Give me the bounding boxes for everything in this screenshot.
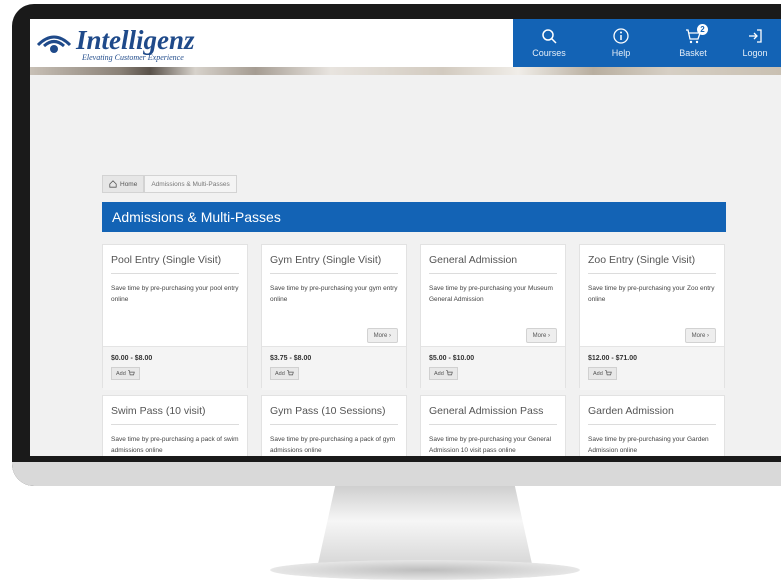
search-icon [542,29,557,44]
breadcrumb: Home Admissions & Multi-Passes [102,175,237,193]
more-button-label: More [373,332,388,339]
product-card[interactable]: Gym Pass (10 Sessions) Save time by pre-… [261,395,407,456]
breadcrumb-home[interactable]: Home [102,175,145,193]
logo-icon [36,29,72,59]
breadcrumb-home-label: Home [120,180,138,188]
home-icon [109,180,117,188]
card-footer: $0.00 - $8.00 Add [103,346,247,390]
chevron-right-icon: › [546,332,550,339]
nav-help[interactable]: Help [585,19,657,67]
add-button-label: Add [593,370,603,377]
nav-courses-label: Courses [532,48,566,58]
add-button-label: Add [275,370,285,377]
basket-count-badge: 2 [697,24,708,35]
card-title: Gym Entry (Single Visit) [270,254,398,274]
monitor-chin [12,462,781,486]
cart-icon [286,370,294,376]
product-card[interactable]: General Admission Save time by pre-purch… [420,244,566,390]
add-button-label: Add [434,370,444,377]
monitor-base [270,560,580,580]
card-description: Save time by pre-purchasing your Zoo ent… [588,285,715,303]
card-title: Swim Pass (10 visit) [111,405,239,425]
breadcrumb-current: Admissions & Multi-Passes [144,175,237,193]
login-icon [749,29,762,43]
card-description: Save time by pre-purchasing your gym ent… [270,285,398,303]
hero-banner-image [30,67,781,75]
chevron-right-icon: › [387,332,391,339]
product-card[interactable]: Pool Entry (Single Visit) Save time by p… [102,244,248,390]
cart-icon [445,370,453,376]
add-to-basket-button[interactable]: Add [111,367,140,380]
add-button-label: Add [116,370,126,377]
card-description: Save time by pre-purchasing a pack of sw… [111,436,239,454]
card-price: $0.00 - $8.00 [111,355,153,362]
brand-tagline: Elevating Customer Experience [82,52,184,62]
nav-help-label: Help [611,48,631,58]
card-title: Zoo Entry (Single Visit) [588,254,716,274]
card-price: $5.00 - $10.00 [429,355,475,362]
card-title: General Admission [429,254,557,274]
card-footer: $3.75 - $8.00 Add [262,346,406,390]
nav-basket[interactable]: 2 Basket [657,19,729,67]
monitor-stand [318,486,532,564]
top-nav: Courses Help 2 Basket Logon [513,19,781,67]
card-description: Save time by pre-purchasing your Garden … [588,436,709,454]
card-title: Gym Pass (10 Sessions) [270,405,398,425]
info-icon [613,28,629,44]
product-card[interactable]: Gym Entry (Single Visit) Save time by pr… [261,244,407,390]
product-card[interactable]: Swim Pass (10 visit) Save time by pre-pu… [102,395,248,456]
more-button[interactable]: More › [366,328,398,343]
product-card[interactable]: General Admission Pass Save time by pre-… [420,395,566,456]
card-description: Save time by pre-purchasing your pool en… [111,285,239,303]
site-header: Intelligenz Elevating Customer Experienc… [30,19,781,67]
product-card[interactable]: Garden Admission Save time by pre-purcha… [579,395,725,456]
card-price: $12.00 - $71.00 [588,355,638,362]
brand-logo[interactable]: Intelligenz Elevating Customer Experienc… [36,24,195,64]
more-button-label: More [691,332,706,339]
chevron-right-icon: › [705,332,709,339]
card-title: Garden Admission [588,405,716,425]
nav-basket-label: Basket [679,48,707,58]
add-to-basket-button[interactable]: Add [429,367,458,380]
cart-icon [127,370,135,376]
more-button[interactable]: More › [525,328,557,343]
more-button-label: More [532,332,547,339]
card-description: Save time by pre-purchasing your General… [429,436,552,454]
card-title: Pool Entry (Single Visit) [111,254,239,274]
add-to-basket-button[interactable]: Add [588,367,617,380]
nav-logon-label: Logon [742,48,768,58]
card-description: Save time by pre-purchasing your Museum … [429,285,553,303]
card-price: $3.75 - $8.00 [270,355,312,362]
breadcrumb-current-label: Admissions & Multi-Passes [151,180,230,188]
card-footer: $5.00 - $10.00 Add [421,346,565,390]
card-description: Save time by pre-purchasing a pack of gy… [270,436,396,454]
product-card[interactable]: Zoo Entry (Single Visit) Save time by pr… [579,244,725,390]
browser-screen: Intelligenz Elevating Customer Experienc… [30,19,781,456]
more-button[interactable]: More › [684,328,716,343]
card-footer: $12.00 - $71.00 Add [580,346,724,390]
nav-logon[interactable]: Logon [729,19,781,67]
nav-courses[interactable]: Courses [513,19,585,67]
card-title: General Admission Pass [429,405,557,425]
add-to-basket-button[interactable]: Add [270,367,299,380]
brand-name: Intelligenz [76,24,195,55]
cart-icon [604,370,612,376]
section-title: Admissions & Multi-Passes [102,202,726,232]
